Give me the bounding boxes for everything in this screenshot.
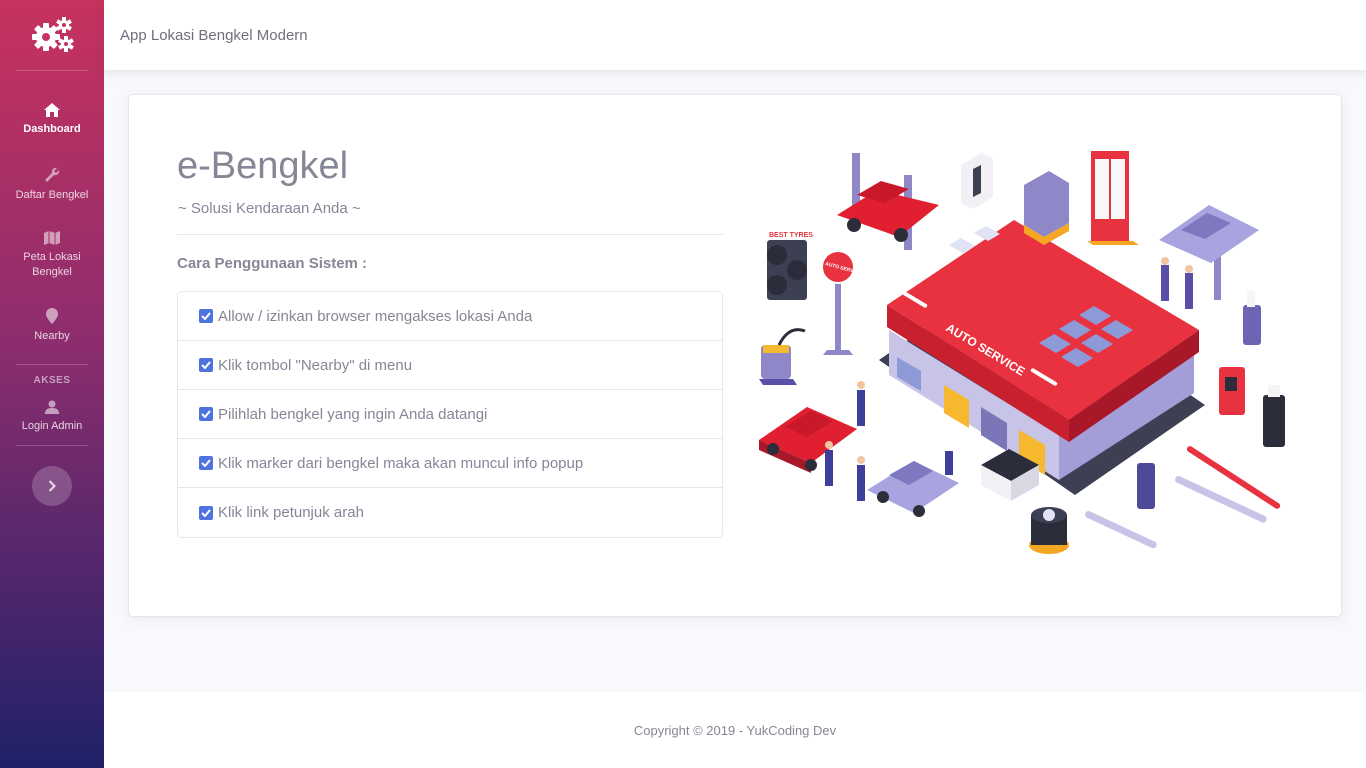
page-title: e-Bengkel [177,145,349,187]
sidebar: Dashboard Daftar Bengkel Peta Lokasi Ben… [0,0,104,768]
step-text: Allow / izinkan browser mengakses lokasi… [218,307,533,325]
check-square-icon [199,456,213,470]
home-icon [44,103,60,117]
check-square-icon [199,407,213,421]
cogs-icon [32,17,74,52]
sidebar-item-login-admin[interactable]: Login Admin [0,400,104,434]
sidebar-item-label: Nearby [34,330,70,342]
step-text: Pilihlah bengkel yang ingin Anda datangi [218,405,488,423]
sidebar-divider [16,445,88,446]
sidebar-toggle-button[interactable] [32,466,72,506]
chevron-right-icon [48,480,56,492]
sidebar-item-nearby[interactable]: Nearby [0,308,104,344]
sidebar-item-label: Login Admin [21,420,83,432]
sidebar-item-dashboard[interactable]: Dashboard [0,103,104,137]
footer: Copyright © 2019 - YukCoding Dev [104,692,1366,768]
sidebar-divider [16,364,88,365]
sidebar-item-peta-lokasi[interactable]: Peta Lokasi Bengkel [0,231,104,280]
wrench-icon [45,167,60,182]
sidebar-item-label: Dashboard [23,123,81,135]
steps-list: Allow / izinkan browser mengakses lokasi… [177,291,723,538]
app-title: App Lokasi Bengkel Modern [120,26,308,44]
step-text: Klik link petunjuk arah [218,504,364,521]
sidebar-divider [16,70,88,71]
tire-rack-sign-text: BEST TYRES [769,232,813,239]
hero-card: e-Bengkel ~ Solusi Kendaraan Anda ~ Cara… [128,94,1342,617]
user-icon [45,400,59,414]
list-item: Klik tombol "Nearby" di menu [178,341,722,390]
list-item: Klik marker dari bengkel maka akan muncu… [178,439,722,488]
sidebar-heading-akses: AKSES [33,375,71,386]
copyright-text: Copyright © 2019 - YukCoding Dev [633,722,837,738]
list-item: Klik link petunjuk arah [178,488,722,537]
map-icon [44,231,60,245]
steps-heading: Cara Penggunaan Sistem : [177,255,368,272]
topbar: App Lokasi Bengkel Modern [104,0,1366,70]
map-marker-icon [46,308,58,324]
sidebar-item-label: Daftar Bengkel [15,189,89,201]
page-subtitle: ~ Solusi Kendaraan Anda ~ [178,200,361,217]
divider [177,234,723,235]
sidebar-item-label: Peta Lokasi Bengkel [23,251,81,278]
check-square-icon [199,358,213,372]
step-text: Klik tombol "Nearby" di menu [218,356,413,374]
auto-service-illustration: AUTO SERVICE BEST TYRES AUTO SERVICE [759,151,1285,554]
list-item: Allow / izinkan browser mengakses lokasi… [178,292,722,341]
check-square-icon [199,309,213,323]
check-square-icon [199,505,213,520]
sidebar-item-daftar-bengkel[interactable]: Daftar Bengkel [0,167,104,203]
list-item: Pilihlah bengkel yang ingin Anda datangi [178,390,722,439]
step-text: Klik marker dari bengkel maka akan muncu… [218,454,584,472]
brand-logo[interactable] [0,0,104,70]
